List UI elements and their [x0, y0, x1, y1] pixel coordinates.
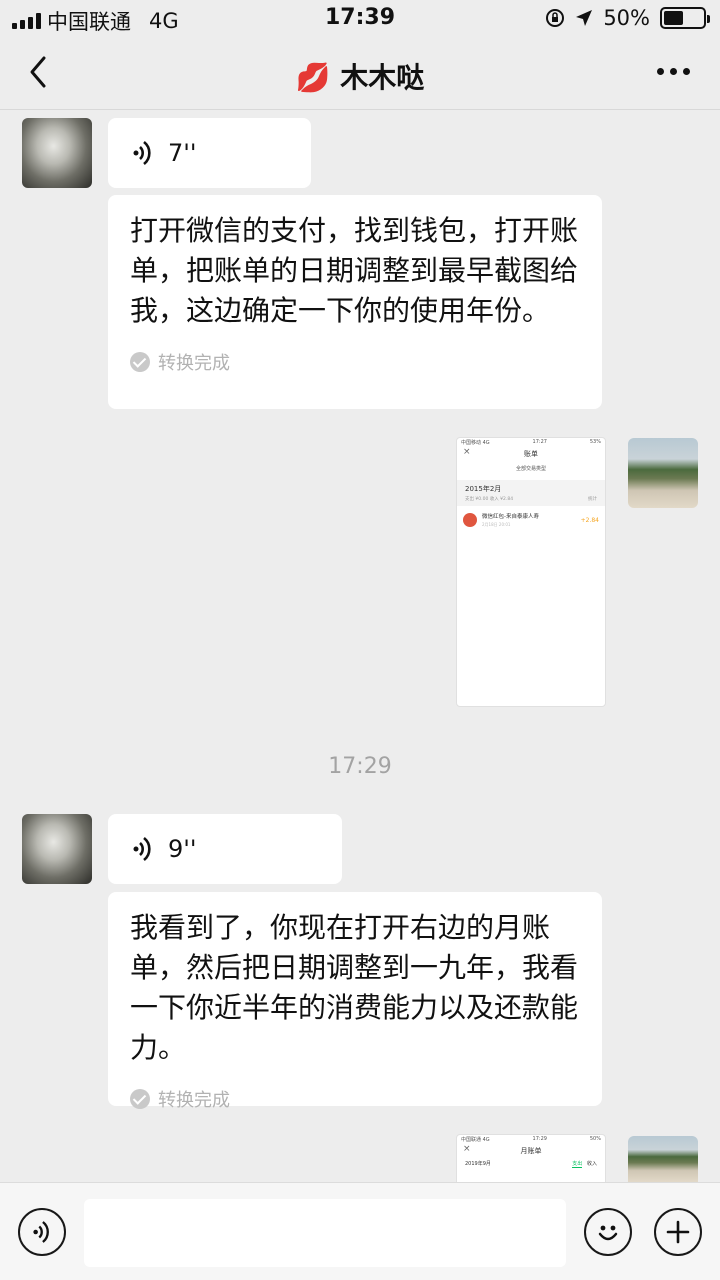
chat-title: 💋 木木哒 [0, 56, 720, 96]
my-avatar[interactable] [628, 438, 698, 508]
voice-wave-icon [33, 1221, 49, 1243]
message-input[interactable] [84, 1199, 566, 1267]
transcript-text: 我看到了，你现在打开右边的月账单，然后把日期调整到一九年，我看一下你近半年的消费… [130, 911, 579, 1064]
voice-input-button[interactable] [18, 1208, 66, 1256]
shot-item-date: 2月18日 20:01 [482, 522, 511, 527]
shot-title: 账单 [524, 450, 538, 458]
check-icon [130, 1089, 150, 1109]
voice-message[interactable]: 9'' [108, 814, 342, 884]
input-bar [0, 1182, 720, 1280]
more-functions-button[interactable] [654, 1208, 702, 1256]
chat-header: 💋 木木哒 [0, 36, 720, 110]
battery-level [664, 11, 683, 25]
transcript-text: 打开微信的支付，找到钱包，打开账单，把账单的日期调整到最早截图给我，这边确定一下… [130, 214, 579, 327]
smiley-icon [598, 1225, 618, 1241]
shot-battery: 53% [589, 439, 601, 445]
emoji-button[interactable] [584, 1208, 632, 1256]
my-avatar[interactable] [628, 1136, 698, 1182]
convert-status-label: 转换完成 [158, 1090, 230, 1111]
convert-status: 转换完成 [130, 1086, 580, 1112]
contact-avatar[interactable] [22, 118, 92, 188]
shot-carrier: 中国联通 4G [461, 1137, 490, 1143]
lips-emoji: 💋 [295, 61, 331, 94]
shot-month: 2019年9月 [465, 1161, 491, 1167]
battery-percent: 50% [603, 6, 650, 30]
voice-duration: 9'' [168, 835, 197, 863]
contact-avatar[interactable] [22, 814, 92, 884]
shot-stats: 统计 [588, 497, 597, 502]
voice-wave-icon [133, 140, 151, 166]
shot-battery: 50% [589, 1136, 601, 1142]
shot-month: 2015年2月 [465, 485, 502, 493]
more-options-button[interactable] [657, 68, 690, 75]
shot-time: 17:27 [532, 439, 547, 445]
shot-close-icon: × [463, 1144, 471, 1154]
shot-time: 17:29 [532, 1136, 547, 1142]
contact-name: 木木哒 [340, 61, 425, 94]
voice-message[interactable]: 7'' [108, 118, 311, 188]
red-packet-icon [463, 513, 477, 527]
shot-close-icon: × [463, 447, 471, 457]
shot-item-amount: +2.84 [580, 516, 599, 524]
convert-status: 转换完成 [130, 349, 580, 375]
voice-wave-icon [133, 836, 151, 862]
voice-transcript[interactable]: 我看到了，你现在打开右边的月账单，然后把日期调整到一九年，我看一下你近半年的消费… [108, 892, 602, 1111]
shot-tab-out: 支出 [572, 1161, 583, 1168]
orientation-lock-icon [546, 9, 565, 27]
shot-summary: 支出 ¥0.00 收入 ¥2.84 [465, 497, 514, 502]
shot-tab-in: 收入 [586, 1161, 597, 1167]
voice-duration: 7'' [168, 139, 197, 167]
shot-item-title: 微信红包-来自泰康人寿 [482, 514, 539, 520]
battery-icon [660, 7, 710, 29]
voice-transcript[interactable]: 打开微信的支付，找到钱包，打开账单，把账单的日期调整到最早截图给我，这边确定一下… [108, 195, 602, 409]
shot-title: 月账单 [520, 1147, 542, 1155]
check-icon [130, 352, 150, 372]
location-icon [576, 10, 593, 26]
time-divider: 17:29 [328, 754, 392, 779]
plus-icon [666, 1220, 690, 1244]
image-message[interactable]: 中国移动 4G 17:27 53% × 账单 全部交易类型 2015年2月 支出… [456, 437, 606, 707]
shot-carrier: 中国移动 4G [461, 440, 490, 446]
convert-status-label: 转换完成 [158, 353, 230, 374]
image-message[interactable]: 中国联通 4G 17:29 50% × 月账单 2019年9月 支出 收入 [456, 1134, 606, 1182]
status-bar: 中国联通 4G 17:39 50% [0, 0, 720, 36]
shot-filter: 全部交易类型 [515, 466, 546, 472]
